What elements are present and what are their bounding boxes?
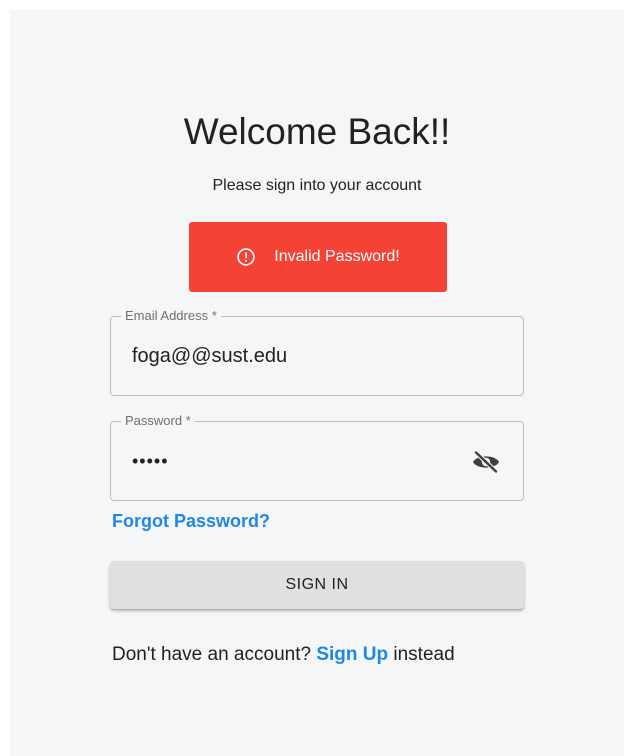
login-card: Welcome Back!! Please sign into your acc… xyxy=(10,10,624,756)
page-title: Welcome Back!! xyxy=(183,111,451,152)
error-alert: Invalid Password! xyxy=(189,222,447,292)
alert-message: Invalid Password! xyxy=(274,248,400,265)
page-subtitle: Please sign into your account xyxy=(212,177,422,194)
sign-in-button[interactable]: SIGN IN xyxy=(110,561,524,609)
signup-suffix: instead xyxy=(388,644,455,665)
eye-off-icon xyxy=(473,450,499,474)
password-input[interactable] xyxy=(132,448,472,474)
sign-up-link[interactable]: Sign Up xyxy=(316,644,388,665)
email-input[interactable] xyxy=(132,343,472,369)
password-label: Password * xyxy=(121,413,195,429)
alert-circle-icon xyxy=(237,248,256,266)
signup-prompt: Don't have an account? Sign Up instead xyxy=(112,643,455,667)
password-visibility-toggle[interactable] xyxy=(469,449,503,475)
signup-prefix: Don't have an account? xyxy=(112,644,317,665)
password-field[interactable]: Password * xyxy=(110,413,524,501)
email-label: Email Address * xyxy=(121,308,221,324)
email-field[interactable]: Email Address * xyxy=(110,308,524,396)
forgot-password-link[interactable]: Forgot Password? xyxy=(112,510,270,532)
